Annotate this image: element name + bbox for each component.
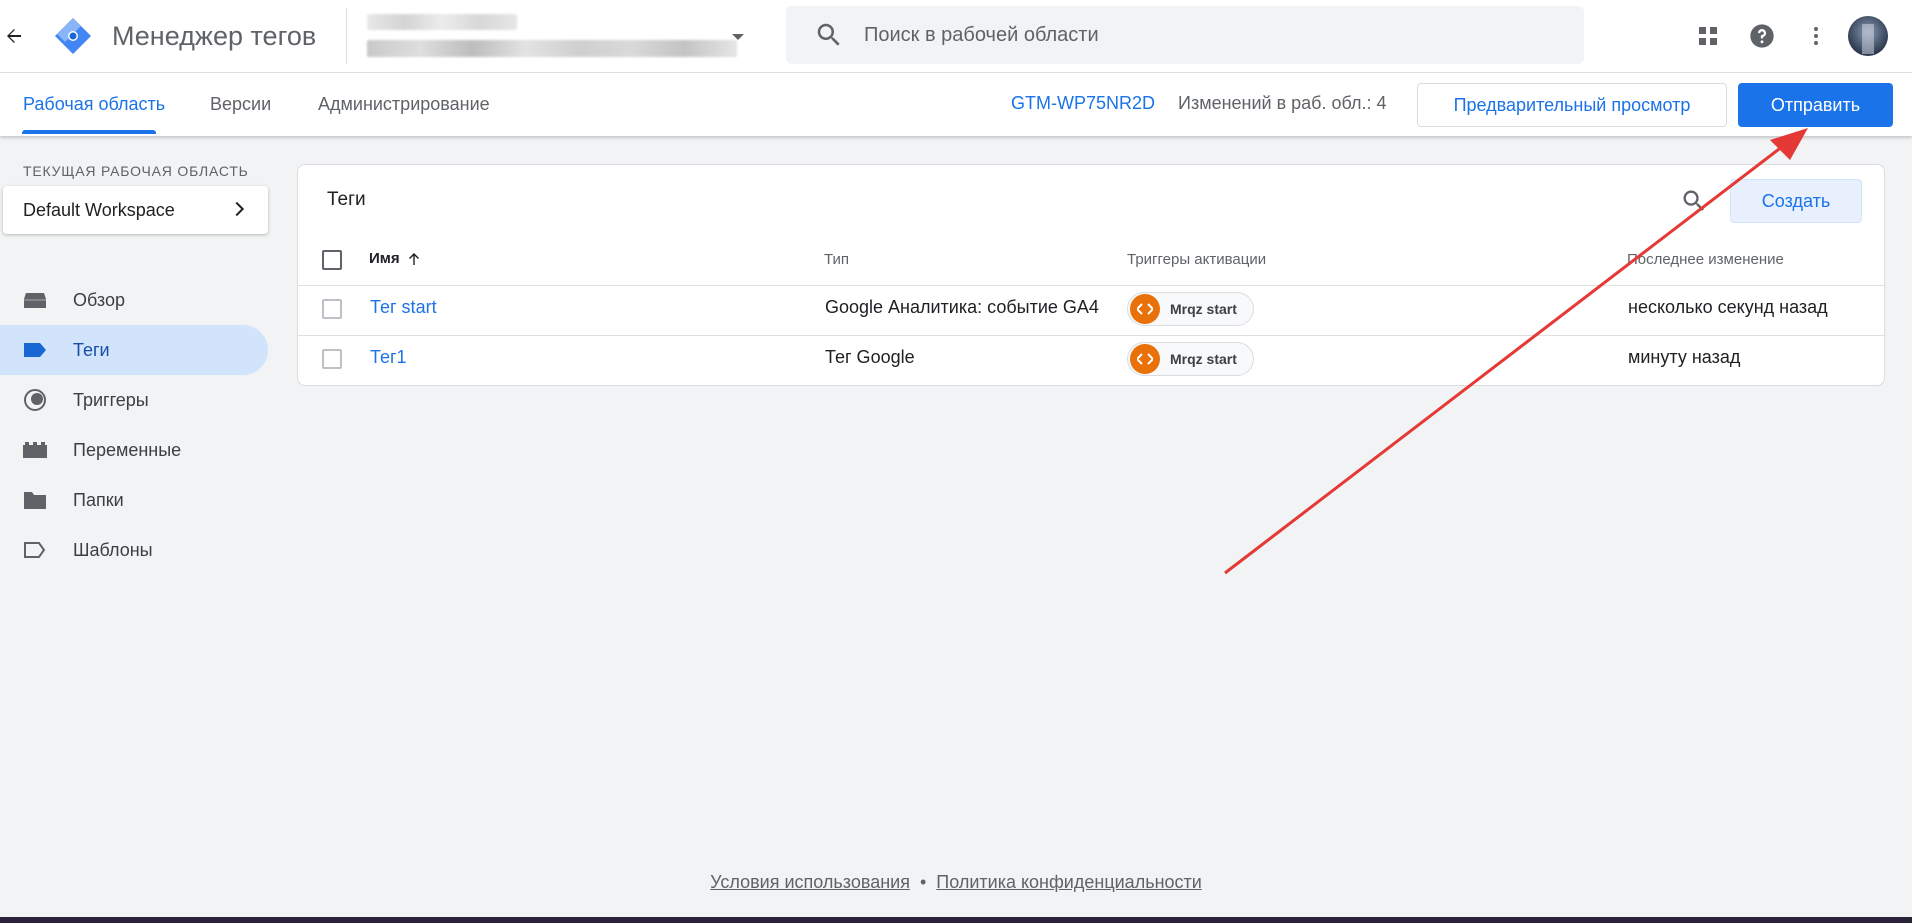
workspace-changes-count: Изменений в раб. обл.: 4 (1178, 93, 1387, 113)
sidebar-item-templates[interactable]: Шаблоны (0, 525, 268, 575)
app-title: Менеджер тегов (112, 20, 317, 51)
workspace-selector[interactable]: Default Workspace (3, 186, 268, 234)
taskbar-edge (0, 917, 1912, 923)
column-header-modified[interactable]: Последнее изменение (1627, 251, 1784, 268)
sidebar-item-label: Триггеры (73, 389, 149, 410)
column-header-label: Имя (369, 250, 400, 267)
tag-type: Тег Google (825, 347, 915, 367)
annotation-arrow (1224, 128, 1808, 575)
footer-separator: • (919, 872, 927, 892)
search-icon (814, 20, 844, 50)
account-container-picker[interactable] (346, 8, 766, 64)
trigger-icon (22, 387, 48, 413)
tab-workspace[interactable]: Рабочая область (23, 73, 165, 135)
sidebar-item-variables[interactable]: Переменные (0, 425, 268, 475)
sidebar-item-label: Обзор (73, 289, 125, 310)
arrow-back-icon[interactable] (0, 0, 28, 72)
tab-admin[interactable]: Администрирование (318, 73, 490, 135)
more-vert-icon[interactable] (1792, 14, 1840, 58)
last-modified: несколько секунд назад (1628, 297, 1828, 317)
row-divider (298, 335, 1884, 336)
apps-grid-icon[interactable] (1684, 14, 1732, 58)
search-icon[interactable] (1680, 187, 1710, 217)
template-icon (22, 537, 48, 563)
active-tab-indicator (22, 130, 156, 134)
overview-icon (22, 287, 48, 313)
trigger-chip[interactable]: Mrqz start (1127, 292, 1254, 326)
column-header-triggers[interactable]: Триггеры активации (1127, 251, 1266, 268)
current-workspace-caption: ТЕКУЩАЯ РАБОЧАЯ ОБЛАСТЬ (23, 163, 249, 179)
row-divider (298, 285, 1884, 286)
code-brackets-icon (1130, 294, 1160, 324)
trigger-name: Mrqz start (1170, 351, 1237, 367)
trigger-chip[interactable]: Mrqz start (1127, 342, 1254, 376)
tag-icon (22, 337, 48, 363)
redacted-container-name (367, 40, 737, 57)
sidebar-item-triggers[interactable]: Триггеры (0, 375, 268, 425)
select-all-checkbox[interactable] (322, 250, 342, 270)
workspace-nav-bar: Рабочая область Версии Администрирование… (0, 72, 1912, 136)
tag-name-link[interactable]: Тег1 (370, 347, 407, 368)
help-icon[interactable] (1738, 14, 1786, 58)
tag-name-link[interactable]: Тег start (370, 297, 437, 318)
row-checkbox[interactable] (322, 349, 342, 369)
avatar[interactable] (1848, 16, 1888, 56)
card-title: Теги (327, 189, 366, 210)
tab-versions[interactable]: Версии (210, 73, 271, 135)
chevron-right-icon (228, 198, 250, 220)
search-input[interactable] (864, 23, 1464, 47)
tags-table-card: Теги Создать Имя Тип Триггеры активации … (297, 164, 1885, 386)
column-header-type[interactable]: Тип (824, 251, 849, 268)
gtm-logo-icon[interactable] (48, 0, 98, 72)
workspace-name: Default Workspace (23, 199, 175, 220)
terms-link[interactable]: Условия использования (710, 872, 910, 892)
redacted-account-name (367, 14, 517, 30)
arrow-up-icon (406, 251, 422, 267)
top-app-bar: Менеджер тегов (0, 0, 1912, 72)
sidebar-item-label: Папки (73, 489, 124, 510)
sidebar-item-label: Переменные (73, 439, 182, 460)
sidebar-item-tags[interactable]: Теги (0, 325, 268, 375)
privacy-link[interactable]: Политика конфиденциальности (936, 872, 1202, 892)
sidebar-item-label: Шаблоны (73, 539, 153, 560)
workspace-search[interactable] (786, 6, 1584, 64)
create-tag-button[interactable]: Создать (1730, 179, 1862, 223)
top-right-actions (1678, 14, 1888, 58)
folder-icon (22, 487, 48, 513)
preview-button[interactable]: Предварительный просмотр (1417, 83, 1727, 127)
variables-icon (22, 437, 48, 463)
row-checkbox[interactable] (322, 299, 342, 319)
sidebar-item-label: Теги (73, 339, 110, 360)
last-modified: минуту назад (1628, 347, 1741, 367)
column-header-name[interactable]: Имя (369, 250, 422, 267)
sidebar-item-overview[interactable]: Обзор (0, 275, 268, 325)
footer: Условия использования • Политика конфиденц… (0, 872, 1912, 893)
dropdown-arrow-icon (732, 34, 744, 40)
sidebar-item-folders[interactable]: Папки (0, 475, 268, 525)
code-brackets-icon (1130, 344, 1160, 374)
trigger-name: Mrqz start (1170, 301, 1237, 317)
tag-type: Google Аналитика: событие GA4 (825, 297, 1099, 317)
container-id-link[interactable]: GTM-WP75NR2D (1011, 93, 1155, 114)
submit-button[interactable]: Отправить (1738, 83, 1893, 127)
